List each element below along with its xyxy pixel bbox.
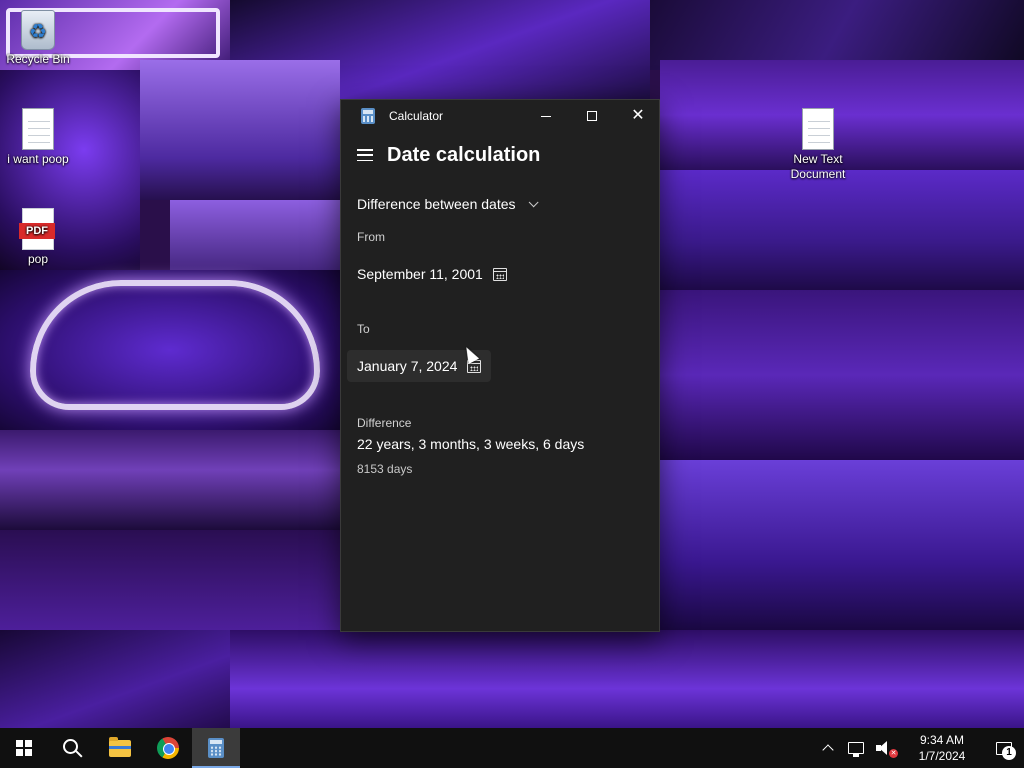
close-button[interactable]: ✕ — [615, 100, 661, 132]
maximize-icon — [587, 111, 597, 121]
text-document-icon — [22, 108, 54, 150]
taskbar-file-explorer[interactable] — [96, 728, 144, 768]
calculator-icon — [208, 738, 224, 758]
calculator-app-icon — [361, 108, 375, 124]
start-button[interactable] — [0, 728, 48, 768]
show-hidden-icons-chevron-icon[interactable] — [822, 744, 834, 756]
desktop-icon-label: pop — [27, 252, 49, 266]
calculator-window: Calculator ✕ Date calculation Difference… — [340, 99, 660, 632]
action-center-button[interactable]: 1 — [984, 728, 1024, 768]
volume-muted-icon[interactable]: ✕ — [876, 741, 898, 758]
text-document-icon — [802, 108, 834, 150]
file-explorer-icon — [109, 736, 131, 757]
calendar-icon — [492, 267, 507, 281]
desktop-icon-label: New Text Document — [790, 152, 846, 181]
recycle-bin-icon — [21, 10, 55, 50]
hamburger-menu-icon[interactable] — [357, 149, 373, 161]
page-title: Date calculation — [387, 143, 541, 166]
taskbar-chrome[interactable] — [144, 728, 192, 768]
desktop-icon-label: i want poop — [7, 152, 69, 166]
close-icon: ✕ — [631, 107, 645, 124]
to-date-value: January 7, 2024 — [357, 358, 458, 374]
chevron-down-icon — [528, 196, 539, 207]
clock-time: 9:34 AM — [919, 733, 965, 747]
desktop-icon-recycle-bin[interactable]: Recycle Bin — [0, 6, 76, 67]
from-label: From — [357, 230, 385, 244]
taskbar-calculator[interactable] — [192, 728, 240, 768]
difference-days: 8153 days — [357, 462, 413, 476]
chrome-icon — [157, 737, 179, 759]
calculator-header: Date calculation — [341, 132, 659, 178]
difference-label: Difference — [357, 416, 412, 430]
window-title: Calculator — [389, 109, 444, 123]
taskbar-clock[interactable]: 9:34 AM 1/7/2024 — [910, 732, 974, 764]
desktop-icon-i-want-poop[interactable]: i want poop — [0, 108, 76, 167]
calc-mode-dropdown[interactable]: Difference between dates — [357, 190, 659, 218]
pdf-badge: PDF — [19, 223, 55, 239]
desktop-icon-label: Recycle Bin — [6, 52, 70, 66]
minimize-icon — [541, 115, 551, 117]
to-label: To — [357, 322, 370, 336]
network-icon[interactable] — [848, 742, 864, 757]
from-date-picker[interactable]: September 11, 2001 — [347, 258, 517, 290]
search-icon — [62, 738, 78, 754]
calc-mode-value: Difference between dates — [357, 196, 516, 212]
title-bar[interactable]: Calculator ✕ — [341, 100, 659, 132]
minimize-button[interactable] — [523, 100, 569, 132]
from-date-value: September 11, 2001 — [357, 266, 483, 282]
difference-value: 22 years, 3 months, 3 weeks, 6 days — [357, 436, 585, 452]
notification-count-badge: 1 — [1002, 746, 1016, 760]
desktop-icon-pop[interactable]: PDF pop — [0, 208, 76, 267]
search-button[interactable] — [48, 728, 96, 768]
pdf-file-icon: PDF — [19, 208, 55, 250]
clock-date: 1/7/2024 — [918, 749, 966, 763]
windows-logo-icon — [16, 740, 32, 756]
system-tray: ✕ 9:34 AM 1/7/2024 1 — [814, 728, 1024, 768]
maximize-button[interactable] — [569, 100, 615, 132]
desktop-icon-new-text-document[interactable]: New Text Document — [780, 108, 856, 182]
taskbar: ✕ 9:34 AM 1/7/2024 1 — [0, 728, 1024, 768]
